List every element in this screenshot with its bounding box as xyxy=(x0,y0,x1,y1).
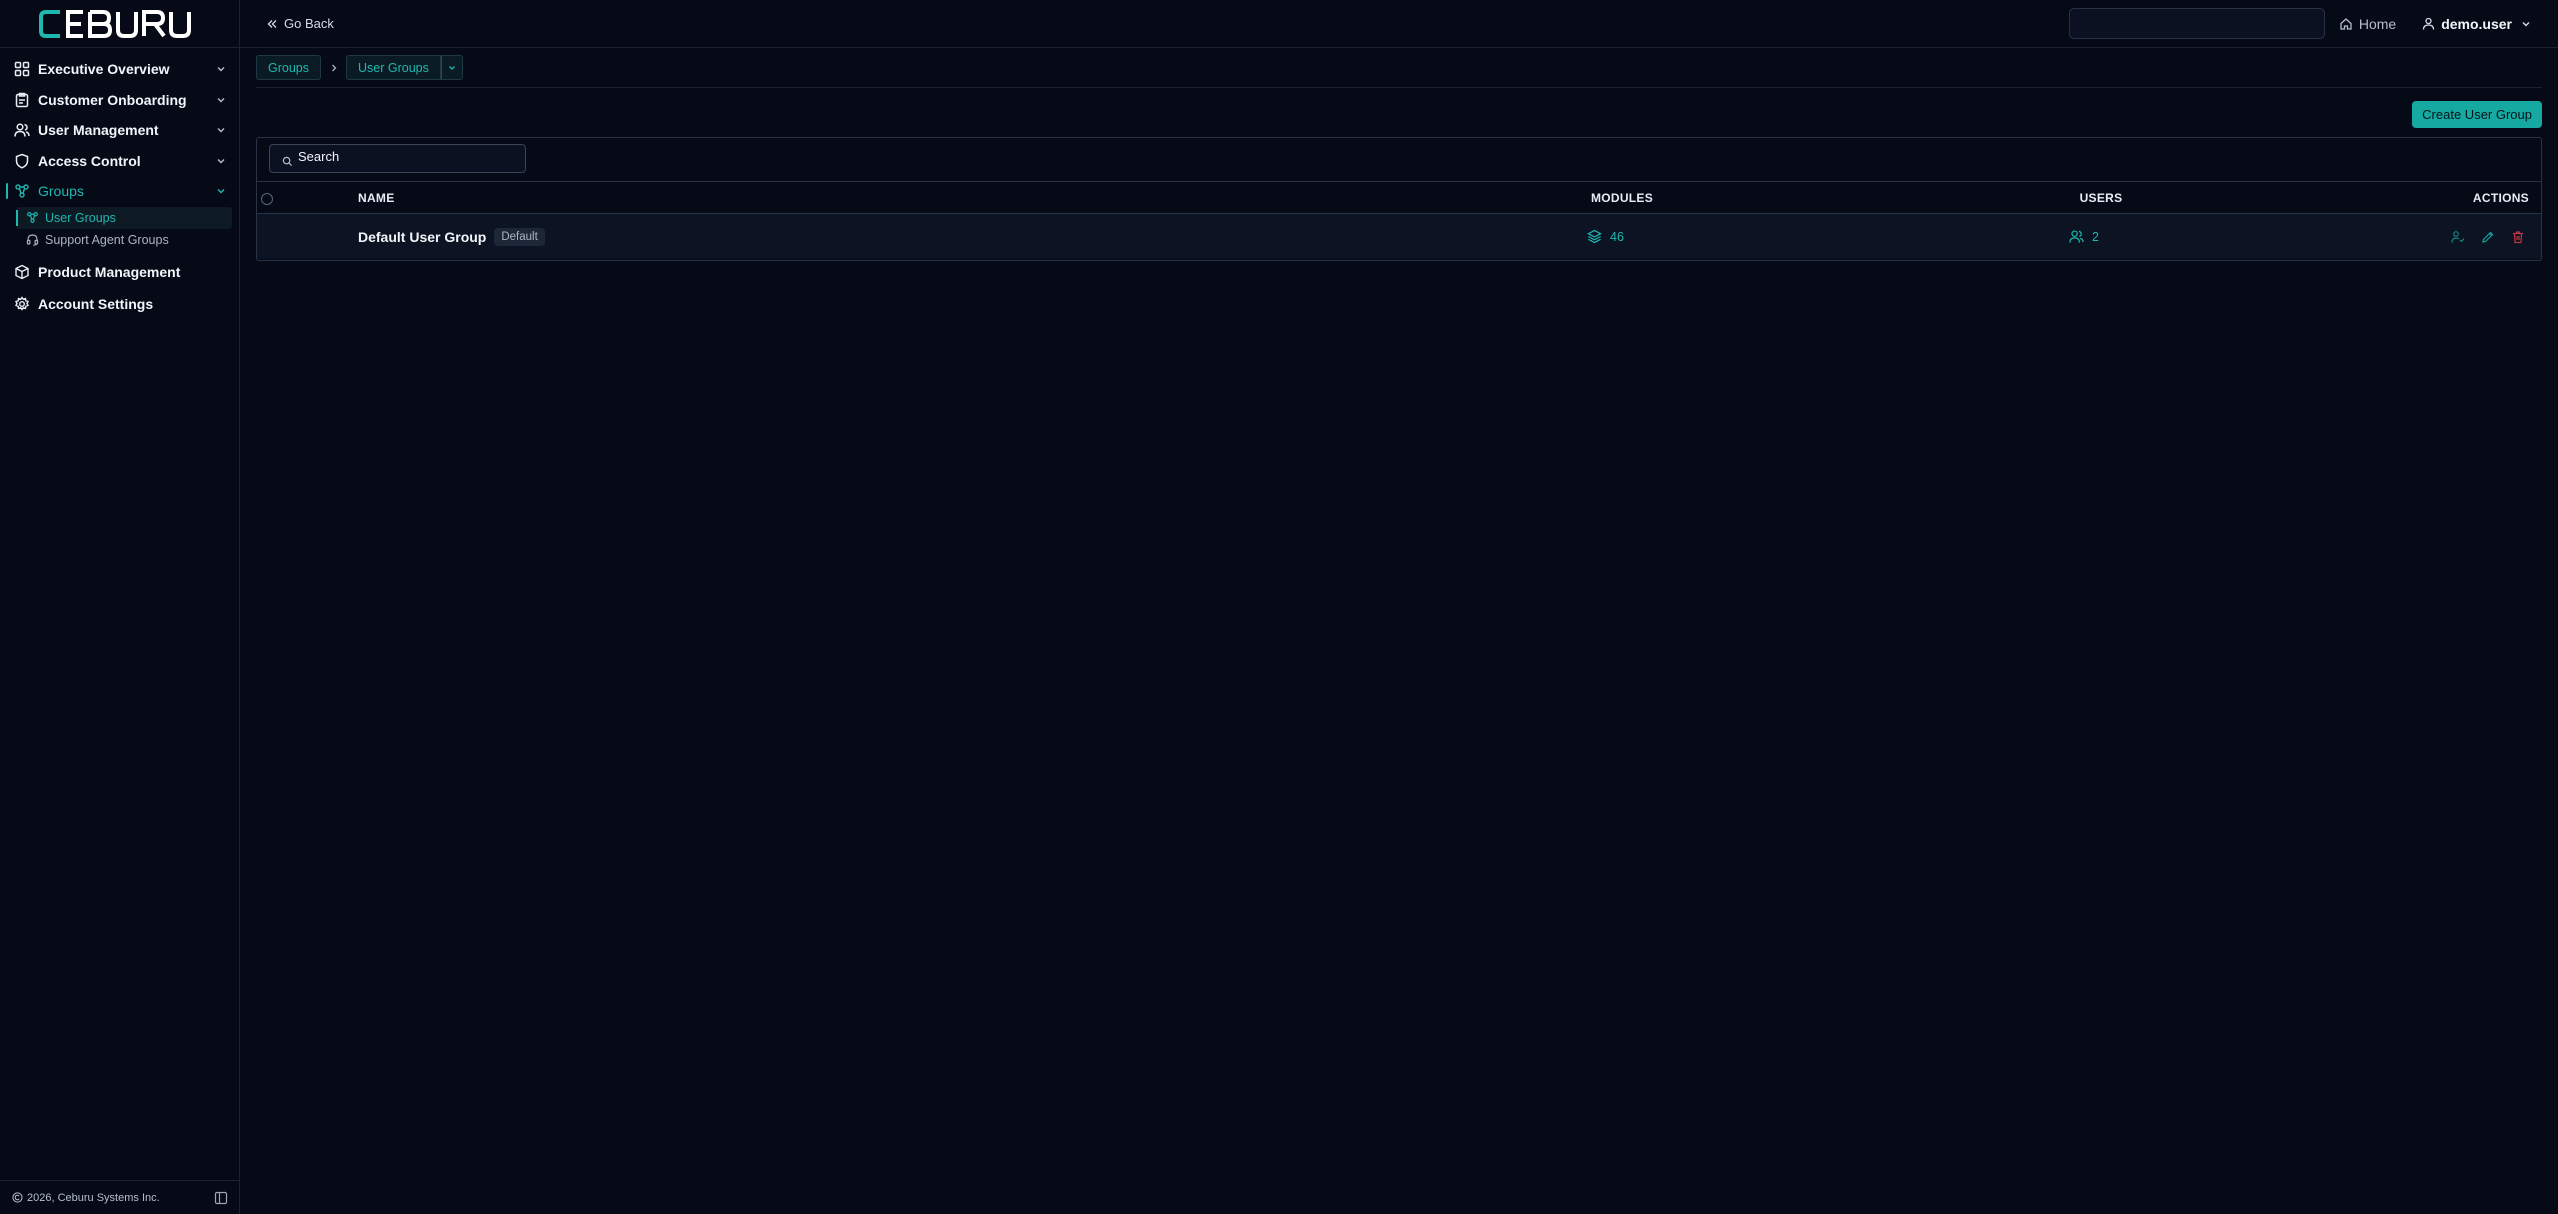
select-all-checkbox[interactable] xyxy=(261,193,273,205)
user-name: demo.user xyxy=(2441,15,2512,32)
default-badge: Default xyxy=(494,227,545,246)
chevron-down-icon xyxy=(217,128,225,133)
sidebar-item-label: Executive Overview xyxy=(38,61,170,77)
gear-icon xyxy=(15,295,29,311)
sidebar-subitem-user-groups[interactable]: User Groups xyxy=(16,206,232,229)
table-row[interactable]: Default User Group Default 46 2 xyxy=(257,214,2541,259)
breadcrumb-groups[interactable]: Groups xyxy=(256,55,321,80)
users-icon xyxy=(14,123,30,137)
chevron-down-icon xyxy=(217,97,225,102)
home-icon xyxy=(2340,17,2352,30)
sidebar-item-executive-overview[interactable]: Executive Overview xyxy=(0,54,239,84)
chevron-down-icon xyxy=(217,158,225,163)
column-header-users[interactable]: USERS xyxy=(2061,191,2141,205)
column-header-modules[interactable]: MODULES xyxy=(1582,191,1662,205)
sidebar-item-label: User Management xyxy=(38,122,159,138)
chevron-right-icon xyxy=(332,64,337,72)
groups-icon xyxy=(15,184,29,198)
sidebar-item-label: Account Settings xyxy=(38,295,154,312)
sidebar-item-label: Groups xyxy=(38,183,84,199)
ceburu-logo-icon xyxy=(39,9,191,38)
sidebar-item-user-management[interactable]: User Management xyxy=(0,115,239,145)
group-name[interactable]: Default User Group xyxy=(358,229,486,245)
delete-icon[interactable] xyxy=(2511,230,2525,244)
edit-icon[interactable] xyxy=(2481,230,2495,244)
sidebar-item-access-control[interactable]: Access Control xyxy=(0,146,239,176)
user-groups-table: NAME MODULES USERS ACTIONS Default User … xyxy=(256,137,2542,261)
headset-icon xyxy=(26,234,39,246)
modules-count-link[interactable]: 46 xyxy=(1587,229,1624,244)
home-link[interactable]: Home xyxy=(2339,16,2396,32)
sidebar-item-label: Customer Onboarding xyxy=(38,91,187,108)
sidebar-item-account-settings[interactable]: Account Settings xyxy=(0,289,239,319)
user-icon xyxy=(2423,17,2435,30)
create-user-group-button[interactable]: Create User Group xyxy=(2412,101,2542,128)
sidebar-subitem-support-agent-groups[interactable]: Support Agent Groups xyxy=(16,229,232,251)
sidebar-nav: Executive Overview Customer Onboarding U… xyxy=(0,48,239,319)
sidebar-subitem-label: Support Agent Groups xyxy=(45,232,169,247)
sidebar: Executive Overview Customer Onboarding U… xyxy=(0,0,240,1214)
box-icon xyxy=(15,264,29,279)
assign-user-icon[interactable] xyxy=(2451,230,2465,244)
breadcrumb-dropdown-toggle[interactable] xyxy=(440,55,463,80)
sidebar-subnav-groups: User Groups Support Agent Groups xyxy=(0,206,239,251)
breadcrumb-current-group: User Groups xyxy=(346,55,463,80)
copyright-icon xyxy=(12,1192,23,1203)
sidebar-footer: 2026, Ceburu Systems Inc. xyxy=(0,1180,240,1214)
users-icon xyxy=(2069,230,2084,243)
sidebar-item-product-management[interactable]: Product Management xyxy=(0,257,239,287)
table-searchbar xyxy=(257,138,2541,182)
breadcrumb: Groups User Groups xyxy=(256,55,2542,88)
user-groups-icon xyxy=(27,212,38,223)
row-actions xyxy=(2451,230,2525,244)
go-back-label: Go Back xyxy=(284,16,334,31)
chevron-down-icon xyxy=(2522,21,2530,26)
chevron-down-icon xyxy=(217,189,225,194)
layers-icon xyxy=(1587,229,1602,244)
global-search-input[interactable] xyxy=(2068,8,2325,39)
breadcrumb-user-groups[interactable]: User Groups xyxy=(346,55,441,80)
sidebar-item-label: Product Management xyxy=(38,263,181,280)
sidebar-subitem-label: User Groups xyxy=(45,210,116,225)
home-label: Home xyxy=(2358,15,2397,32)
column-header-actions: ACTIONS xyxy=(2472,190,2529,205)
chevron-down-icon xyxy=(217,67,225,72)
copyright-text: 2026, Ceburu Systems Inc. xyxy=(27,1191,160,1204)
topbar: Go Back Home demo.user xyxy=(240,0,2558,48)
clipboard-icon xyxy=(15,92,29,107)
table-header: NAME MODULES USERS ACTIONS xyxy=(257,182,2541,214)
chevrons-left-icon xyxy=(267,19,277,28)
shield-icon xyxy=(15,153,29,169)
search-icon xyxy=(282,156,293,167)
table-search-input[interactable] xyxy=(298,149,518,164)
dashboard-grid-icon xyxy=(14,61,30,77)
user-menu[interactable]: demo.user xyxy=(2422,16,2532,32)
table-search-field[interactable] xyxy=(269,144,526,173)
users-count-link[interactable]: 2 xyxy=(2069,229,2099,244)
group-name-cell: Default User Group Default xyxy=(358,227,545,246)
logo[interactable] xyxy=(0,0,239,48)
topbar-right: Home demo.user xyxy=(2068,8,2532,39)
sidebar-item-customer-onboarding[interactable]: Customer Onboarding xyxy=(0,85,239,115)
modules-count: 46 xyxy=(1610,229,1624,244)
chevron-down-icon xyxy=(448,65,455,70)
sidebar-collapse-icon[interactable] xyxy=(214,1191,228,1205)
sidebar-item-label: Access Control xyxy=(38,152,141,169)
go-back-button[interactable]: Go Back xyxy=(266,16,334,31)
column-header-name[interactable]: NAME xyxy=(358,191,395,205)
app-root: Executive Overview Customer Onboarding U… xyxy=(0,0,2558,1214)
users-count: 2 xyxy=(2092,229,2099,244)
sidebar-item-groups[interactable]: Groups xyxy=(0,176,239,206)
